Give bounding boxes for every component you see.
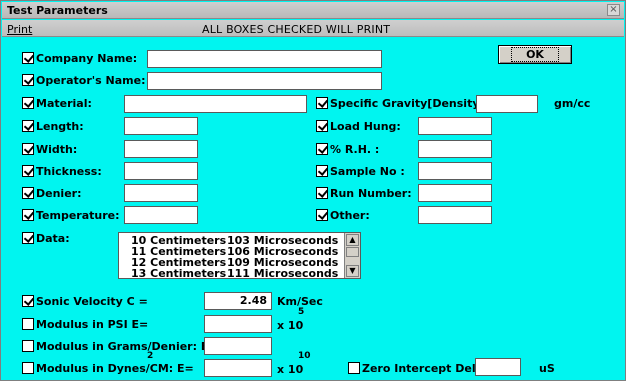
modulus-psi-unit: x 10 — [277, 319, 304, 332]
denier-checkbox[interactable] — [22, 187, 34, 199]
modulus-dynes-unit: x 10 — [277, 363, 304, 376]
temperature-label: Temperature: — [36, 209, 120, 222]
sample-no-checkbox[interactable] — [316, 165, 328, 177]
print-banner: ALL BOXES CHECKED WILL PRINT — [202, 23, 391, 36]
material-label: Material: — [36, 97, 92, 110]
length-field[interactable] — [124, 117, 198, 135]
specific-gravity-unit: gm/cc — [554, 97, 591, 110]
window-title: Test Parameters — [7, 4, 108, 17]
sonic-velocity-checkbox[interactable] — [22, 295, 34, 307]
company-name-field[interactable] — [147, 50, 382, 68]
zero-intercept-field[interactable] — [475, 358, 521, 376]
modulus-dynes-field[interactable] — [204, 359, 272, 377]
rh-label: % R.H. : — [330, 143, 380, 156]
zero-intercept-unit: uS — [539, 362, 555, 375]
list-item[interactable]: 13 Centimeters 111 Microseconds — [131, 267, 338, 280]
operators-name-label: Operator's Name: — [36, 74, 146, 87]
scroll-down-icon[interactable]: ▼ — [346, 265, 359, 277]
modulus-psi-exponent: 5 — [298, 307, 305, 317]
load-hung-checkbox[interactable] — [316, 120, 328, 132]
load-hung-label: Load Hung: — [330, 120, 401, 133]
title-bar: Test Parameters × — [2, 2, 624, 19]
run-number-label: Run Number: — [330, 187, 412, 200]
operators-name-field[interactable] — [147, 72, 382, 90]
modulus-grams-denier-field[interactable] — [204, 337, 272, 355]
modulus-grams-denier-label: Modulus in Grams/Denier: E= — [36, 340, 218, 353]
operators-name-checkbox[interactable] — [22, 74, 34, 86]
list-item-time: 111 Microseconds — [227, 267, 339, 280]
modulus-dynes-superscript: 2 — [147, 351, 154, 361]
width-checkbox[interactable] — [22, 143, 34, 155]
ok-button[interactable]: OK — [498, 45, 572, 64]
specific-gravity-label: Specific Gravity[Density] : — [330, 97, 493, 110]
data-listbox[interactable]: 10 Centimeters 103 Microseconds 11 Centim… — [118, 232, 361, 280]
material-checkbox[interactable] — [22, 97, 34, 109]
data-label: Data: — [36, 232, 70, 245]
length-checkbox[interactable] — [22, 120, 34, 132]
company-name-checkbox[interactable] — [22, 52, 34, 64]
other-checkbox[interactable] — [316, 209, 328, 221]
modulus-psi-checkbox[interactable] — [22, 318, 34, 330]
length-label: Length: — [36, 120, 84, 133]
denier-field[interactable] — [124, 184, 198, 202]
denier-label: Denier: — [36, 187, 82, 200]
run-number-checkbox[interactable] — [316, 187, 328, 199]
other-field[interactable] — [418, 206, 492, 224]
modulus-psi-label: Modulus in PSI E= — [36, 318, 149, 331]
temperature-field[interactable] — [124, 206, 198, 224]
modulus-dynes-checkbox[interactable] — [22, 362, 34, 374]
close-icon[interactable]: × — [607, 4, 620, 16]
sonic-velocity-label: Sonic Velocity C = — [36, 295, 148, 308]
modulus-psi-field[interactable] — [204, 315, 272, 333]
data-list-scrollbar[interactable]: ▲ ▼ — [344, 233, 360, 278]
width-field[interactable] — [124, 140, 198, 158]
test-parameters-window: Test Parameters × Print ALL BOXES CHECKE… — [0, 0, 626, 381]
sample-no-field[interactable] — [418, 162, 492, 180]
scroll-up-icon[interactable]: ▲ — [346, 234, 359, 246]
modulus-dynes-exponent: 10 — [298, 351, 311, 361]
material-field[interactable] — [124, 95, 307, 113]
thickness-checkbox[interactable] — [22, 165, 34, 177]
rh-field[interactable] — [418, 140, 492, 158]
other-label: Other: — [330, 209, 370, 222]
thickness-label: Thickness: — [36, 165, 102, 178]
modulus-grams-denier-checkbox[interactable] — [22, 340, 34, 352]
menu-bar: Print ALL BOXES CHECKED WILL PRINT — [2, 20, 624, 37]
run-number-field[interactable] — [418, 184, 492, 202]
width-label: Width: — [36, 143, 78, 156]
menu-item-print[interactable]: Print — [7, 23, 32, 36]
modulus-dynes-label: Modulus in Dynes/CM: E= — [36, 362, 194, 375]
thickness-field[interactable] — [124, 162, 198, 180]
sample-no-label: Sample No : — [330, 165, 405, 178]
rh-checkbox[interactable] — [316, 143, 328, 155]
company-name-label: Company Name: — [36, 52, 138, 65]
temperature-checkbox[interactable] — [22, 209, 34, 221]
data-checkbox[interactable] — [22, 232, 34, 244]
specific-gravity-checkbox[interactable] — [316, 97, 328, 109]
ok-button-label: OK — [511, 47, 559, 62]
specific-gravity-field[interactable] — [476, 95, 538, 113]
zero-intercept-checkbox[interactable] — [348, 362, 360, 374]
scroll-thumb[interactable] — [346, 247, 359, 257]
list-item-distance: 13 Centimeters — [131, 267, 227, 280]
sonic-velocity-field[interactable]: 2.48 — [204, 292, 272, 310]
load-hung-field[interactable] — [418, 117, 492, 135]
